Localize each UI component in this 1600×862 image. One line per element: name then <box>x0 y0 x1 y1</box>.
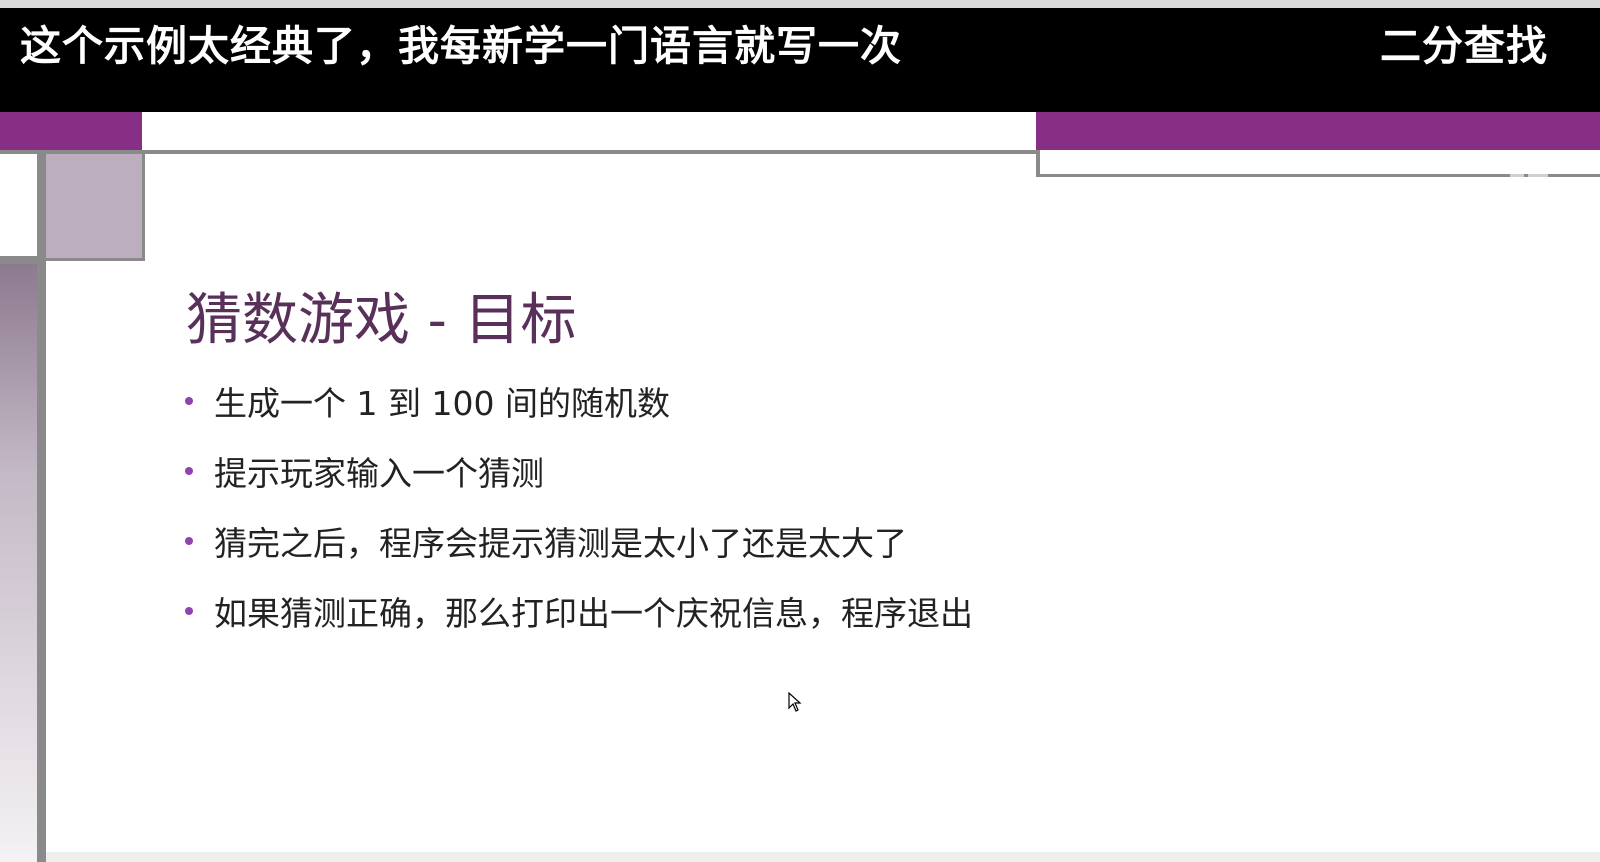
watermark-logo-icon <box>1350 152 1548 184</box>
bullet-text: 提示玩家输入一个猜测 <box>214 454 544 493</box>
slide-accent-bar-left <box>0 112 142 150</box>
top-edge-strip <box>0 0 1600 8</box>
bullet-dot-icon <box>185 607 193 615</box>
bullet-list: 生成一个 1 到 100 间的随机数 提示玩家输入一个猜测 猜完之后，程序会提示… <box>185 366 973 646</box>
bullet-text: 猜完之后，程序会提示猜测是太小了还是太大了 <box>214 524 907 563</box>
slide-divider-line <box>0 150 1036 154</box>
slide-title: 猜数游戏 - 目标 <box>186 288 577 353</box>
caption-banner: 这个示例太经典了，我每新学一门语言就写一次 二分查找 <box>0 0 1600 112</box>
list-item: 生成一个 1 到 100 间的随机数 <box>185 366 973 436</box>
video-frame: 这个示例太经典了，我每新学一门语言就写一次 二分查找 猜数游戏 - 目标 生成一… <box>0 0 1600 862</box>
bullet-text: 如果猜测正确，那么打印出一个庆祝信息，程序退出 <box>214 594 973 633</box>
slide-decor-square <box>46 154 145 261</box>
list-item: 如果猜测正确，那么打印出一个庆祝信息，程序退出 <box>185 576 973 646</box>
bullet-text: 生成一个 1 到 100 间的随机数 <box>214 384 670 423</box>
list-item: 猜完之后，程序会提示猜测是太小了还是太大了 <box>185 506 973 576</box>
slide-left-gradient <box>0 264 37 862</box>
slide-accent-bar-right <box>1036 112 1600 150</box>
slide-bottom-edge <box>46 852 1600 862</box>
caption-left-text: 这个示例太经典了，我每新学一门语言就写一次 <box>20 22 902 70</box>
slide-divider-step <box>1036 150 1040 176</box>
list-item: 提示玩家输入一个猜测 <box>185 436 973 506</box>
bullet-dot-icon <box>185 397 193 405</box>
bullet-dot-icon <box>185 467 193 475</box>
slide-left-notch <box>0 256 37 264</box>
mouse-pointer-icon <box>788 692 802 712</box>
caption-right-text: 二分查找 <box>1380 22 1548 70</box>
bullet-dot-icon <box>185 537 193 545</box>
video-watermark <box>1350 148 1550 195</box>
slide-vertical-bar <box>37 154 46 862</box>
